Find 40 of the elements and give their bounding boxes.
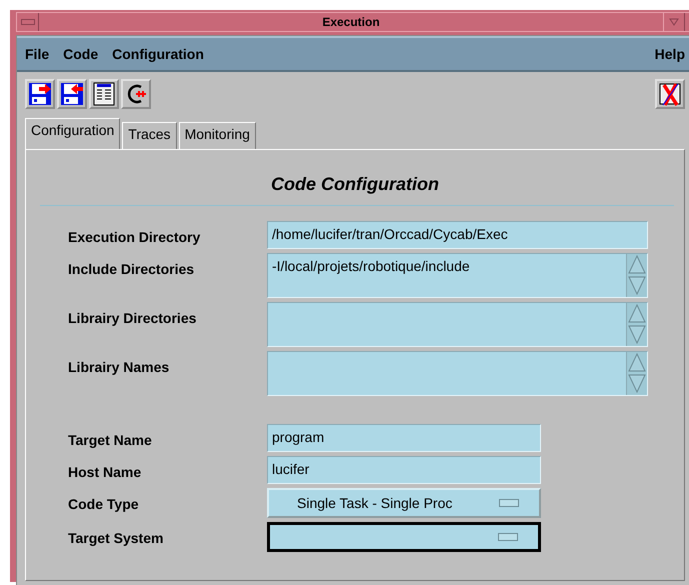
- window-title: Execution: [321, 15, 381, 29]
- field-label: Host Name: [68, 463, 142, 480]
- list-field[interactable]: [267, 351, 648, 396]
- tab[interactable]: Traces: [122, 122, 177, 149]
- scroll-up-icon[interactable]: [627, 303, 647, 324]
- close-button[interactable]: [655, 79, 685, 109]
- menu-item[interactable]: Code: [63, 46, 98, 62]
- section-title: Code Configuration: [271, 174, 439, 195]
- scroll-down-icon[interactable]: [627, 324, 647, 345]
- minimize-icon[interactable]: [669, 18, 679, 26]
- option-menu[interactable]: Single Task - Single Proc: [267, 488, 541, 518]
- field-label: Include Directories: [68, 260, 196, 277]
- list-field[interactable]: [267, 302, 648, 347]
- window-menu-icon[interactable]: [20, 19, 34, 25]
- option-menu[interactable]: [267, 522, 541, 552]
- field-label: Target System: [68, 529, 164, 546]
- field-label: Target Name: [68, 431, 153, 448]
- option-indicator-icon: [499, 499, 519, 507]
- field-label: Librairy Directories: [68, 309, 198, 326]
- tab[interactable]: Configuration: [25, 118, 120, 149]
- field-label: Librairy Names: [68, 358, 170, 375]
- text-field[interactable]: /home/lucifer/tran/Orccad/Cycab/Exec: [267, 221, 648, 249]
- c-plus-button[interactable]: [121, 79, 151, 109]
- document-button[interactable]: [89, 79, 119, 109]
- menu-item[interactable]: Configuration: [112, 46, 204, 62]
- scroll-down-icon[interactable]: [627, 275, 647, 296]
- tab[interactable]: Monitoring: [178, 122, 256, 149]
- text-field[interactable]: lucifer: [267, 456, 541, 484]
- scroll-down-icon[interactable]: [627, 373, 647, 394]
- menu-item[interactable]: Help: [654, 46, 685, 62]
- load-disk-button[interactable]: [57, 79, 87, 109]
- save-disk-button[interactable]: [25, 79, 55, 109]
- field-label: Code Type: [68, 495, 140, 512]
- scroll-up-icon[interactable]: [627, 352, 647, 373]
- list-field[interactable]: -I/local/projets/robotique/include: [267, 253, 648, 298]
- option-indicator-icon: [498, 533, 518, 541]
- menu-item[interactable]: File: [25, 46, 50, 62]
- scroll-up-icon[interactable]: [627, 254, 647, 275]
- text-field[interactable]: program: [267, 424, 541, 452]
- field-label: Execution Directory: [68, 228, 202, 245]
